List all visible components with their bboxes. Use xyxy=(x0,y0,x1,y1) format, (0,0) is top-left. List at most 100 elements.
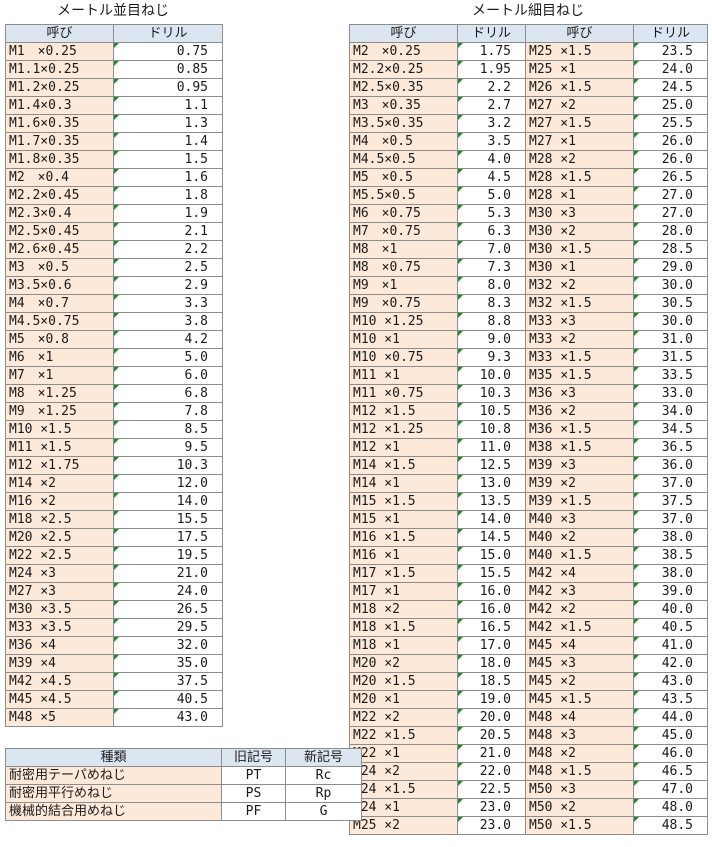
table-row: M22 ×1.5 20.5 M48 ×3 45.0 xyxy=(349,726,708,745)
thread-size: M20 ×2.5 xyxy=(5,528,114,547)
drill-size: 19.5 xyxy=(113,546,223,565)
thread-size: M8 ×1 xyxy=(349,240,458,259)
table-row: M22 ×1 21.0 M48 ×2 46.0 xyxy=(349,744,708,763)
table-row: M7 ×1 6.0 xyxy=(5,366,223,385)
thread-size: M42 ×4.5 xyxy=(5,672,114,691)
thread-size: M39 ×4 xyxy=(5,654,114,673)
thread-size: M10 ×1.25 xyxy=(349,312,458,331)
thread-size: M42 ×1.5 xyxy=(525,618,634,637)
thread-size: M20 ×1 xyxy=(349,690,458,709)
drill-size: 2.9 xyxy=(113,276,223,295)
drill-size: 20.0 xyxy=(457,708,526,727)
drill-size: 27.0 xyxy=(633,186,708,205)
drill-size: 37.5 xyxy=(633,492,708,511)
thread-size: M28 ×1.5 xyxy=(525,168,634,187)
thread-size: M15 ×1.5 xyxy=(349,492,458,511)
table-row: M1.1×0.25 0.85 xyxy=(5,60,223,79)
drill-size: 3.5 xyxy=(457,132,526,151)
drill-size: 42.0 xyxy=(633,654,708,673)
thread-size: M39 ×3 xyxy=(525,456,634,475)
thread-size: M2.5×0.35 xyxy=(349,78,458,97)
table-row: M10 ×0.75 9.3 M33 ×1.5 31.5 xyxy=(349,348,708,367)
thread-size: M11 ×1 xyxy=(349,366,458,385)
drill-size: 47.0 xyxy=(633,780,708,799)
fine-header-drill-right: ドリル xyxy=(633,24,708,43)
thread-size: M2.2×0.25 xyxy=(349,60,458,79)
pipe-thread-table: 種類 旧記号 新記号 耐密用テーパめねじ PT Rc 耐密用平行めねじ PS Rp 機械的結… xyxy=(5,748,362,821)
table-row: M3 ×0.5 2.5 xyxy=(5,258,223,277)
drill-size: 14.0 xyxy=(113,492,223,511)
table-row: M3.5×0.6 2.9 xyxy=(5,276,223,295)
fine-header-size-left: 呼び xyxy=(349,24,458,43)
thread-size: M45 ×2 xyxy=(525,672,634,691)
table-row: M1.6×0.35 1.3 xyxy=(5,114,223,133)
table-row: M48 ×5 43.0 xyxy=(5,708,223,727)
table-row: M16 ×1.5 14.5 M40 ×2 38.0 xyxy=(349,528,708,547)
drill-size: 15.5 xyxy=(457,564,526,583)
table-row: M2.5×0.35 2.2 M26 ×1.5 24.5 xyxy=(349,78,708,97)
thread-size: M8 ×0.75 xyxy=(349,258,458,277)
thread-size: M36 ×2 xyxy=(525,402,634,421)
table-row: M12 ×1.25 10.8 M36 ×1.5 34.5 xyxy=(349,420,708,439)
table-row: M1.7×0.35 1.4 xyxy=(5,132,223,151)
drill-size: 3.8 xyxy=(113,312,223,331)
table-row: M25 ×2 23.0 M50 ×1.5 48.5 xyxy=(349,816,708,835)
thread-size: M11 ×1.5 xyxy=(5,438,114,457)
table-row: M4 ×0.7 3.3 xyxy=(5,294,223,313)
table-row: 耐密用テーパめねじ PT Rc xyxy=(5,766,362,785)
thread-size: M39 ×2 xyxy=(525,474,634,493)
drill-size: 1.6 xyxy=(113,168,223,187)
drill-size: 31.5 xyxy=(633,348,708,367)
table-row: M1.2×0.25 0.95 xyxy=(5,78,223,97)
thread-size: M48 ×3 xyxy=(525,726,634,745)
thread-size: M2.5×0.45 xyxy=(5,222,114,241)
drill-size: 10.0 xyxy=(457,366,526,385)
drill-size: 38.0 xyxy=(633,564,708,583)
drill-size: 37.5 xyxy=(113,672,223,691)
drill-size: 2.2 xyxy=(113,240,223,259)
drill-size: 34.5 xyxy=(633,420,708,439)
thread-size: M10 ×1 xyxy=(349,330,458,349)
thread-size: M27 ×2 xyxy=(525,96,634,115)
thread-size: M30 ×2 xyxy=(525,222,634,241)
drill-size: 26.5 xyxy=(113,600,223,619)
thread-size: M28 ×1 xyxy=(525,186,634,205)
drill-size: 4.0 xyxy=(457,150,526,169)
thread-size: M33 ×3 xyxy=(525,312,634,331)
pipe-thread-type: 耐密用テーパめねじ xyxy=(5,766,222,785)
table-row: M11 ×1.5 9.5 xyxy=(5,438,223,457)
thread-size: M17 ×1 xyxy=(349,582,458,601)
thread-size: M24 ×1.5 xyxy=(349,780,458,799)
drill-size: 16.0 xyxy=(457,582,526,601)
thread-size: M33 ×1.5 xyxy=(525,348,634,367)
drill-size: 5.0 xyxy=(113,348,223,367)
thread-size: M40 ×1.5 xyxy=(525,546,634,565)
drill-size: 37.0 xyxy=(633,474,708,493)
table-row: M2 ×0.25 1.75 M25 ×1.5 23.5 xyxy=(349,42,708,61)
drill-size: 34.0 xyxy=(633,402,708,421)
table-row: M2.6×0.45 2.2 xyxy=(5,240,223,259)
thread-size: M4 ×0.5 xyxy=(349,132,458,151)
table-row: M36 ×4 32.0 xyxy=(5,636,223,655)
thread-size: M26 ×1.5 xyxy=(525,78,634,97)
drill-size: 3.2 xyxy=(457,114,526,133)
drill-size: 4.2 xyxy=(113,330,223,349)
thread-size: M39 ×1.5 xyxy=(525,492,634,511)
table-row: M14 ×1.5 12.5 M39 ×3 36.0 xyxy=(349,456,708,475)
table-row: M10 ×1.25 8.8 M33 ×3 30.0 xyxy=(349,312,708,331)
thread-size: M4.5×0.5 xyxy=(349,150,458,169)
drill-size: 10.5 xyxy=(457,402,526,421)
drill-size: 14.5 xyxy=(457,528,526,547)
thread-size: M45 ×3 xyxy=(525,654,634,673)
thread-size: M15 ×1 xyxy=(349,510,458,529)
table-row: M3.5×0.35 3.2 M27 ×1.5 25.5 xyxy=(349,114,708,133)
thread-size: M22 ×1.5 xyxy=(349,726,458,745)
drill-size: 0.85 xyxy=(113,60,223,79)
new-symbol: Rp xyxy=(285,784,362,803)
drill-size: 28.5 xyxy=(633,240,708,259)
thread-size: M5.5×0.5 xyxy=(349,186,458,205)
thread-size: M2.3×0.4 xyxy=(5,204,114,223)
table-row: M20 ×1.5 18.5 M45 ×2 43.0 xyxy=(349,672,708,691)
thread-size: M4 ×0.7 xyxy=(5,294,114,313)
drill-size: 5.0 xyxy=(457,186,526,205)
